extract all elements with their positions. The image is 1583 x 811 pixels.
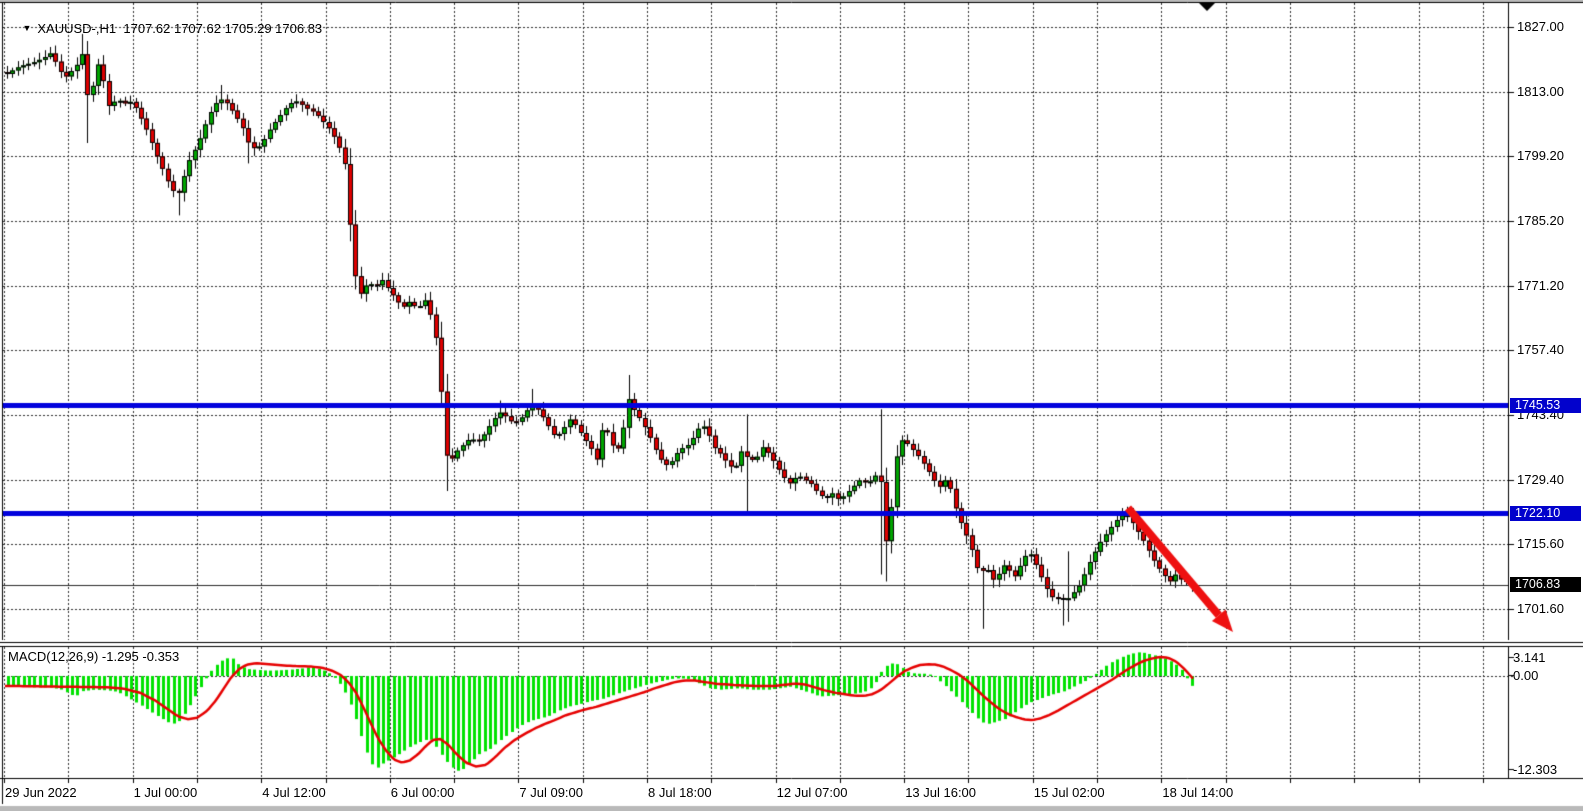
ohlc-values: 1707.62 1707.62 1705.29 1706.83 [123, 21, 322, 36]
price-axis-label: 1771.20 [1517, 278, 1581, 293]
time-axis-label: 7 Jul 09:00 [519, 785, 583, 801]
mt4-chart-window: ▼ XAUUSD-,H1 1707.62 1707.62 1705.29 1706… [0, 0, 1583, 811]
price-axis-label: 1799.20 [1517, 148, 1581, 163]
down-triangle-icon: ▼ [22, 23, 31, 33]
macd-indicator-label: MACD(12,26,9) -1.295 -0.353 [8, 649, 179, 664]
time-axis-label: 4 Jul 12:00 [262, 785, 326, 801]
symbol-label: XAUUSD-,H1 [37, 21, 116, 36]
macd-axis-label: 0.00 [1513, 668, 1577, 683]
price-axis-label: 1715.60 [1517, 536, 1581, 551]
time-axis-label: 29 Jun 2022 [5, 785, 77, 801]
support-level-badge[interactable]: 1722.10 [1510, 506, 1581, 521]
resistance-level-badge[interactable]: 1745.53 [1510, 398, 1581, 413]
chart-canvas[interactable] [0, 0, 1583, 811]
time-axis-label: 8 Jul 18:00 [648, 785, 712, 801]
time-axis-label: 6 Jul 00:00 [391, 785, 455, 801]
time-axis-label: 18 Jul 14:00 [1162, 785, 1233, 801]
price-axis-label: 1827.00 [1517, 19, 1581, 34]
price-axis-label: 1729.40 [1517, 472, 1581, 487]
price-axis-label: 1701.60 [1517, 601, 1581, 616]
time-axis-label: 13 Jul 16:00 [905, 785, 976, 801]
symbol-ohlc-line: ▼ XAUUSD-,H1 1707.62 1707.62 1705.29 1706… [8, 6, 322, 51]
macd-axis-label: -12.303 [1513, 762, 1577, 777]
price-axis-label: 1785.20 [1517, 213, 1581, 228]
macd-axis-label: 3.141 [1513, 650, 1577, 665]
price-axis-label: 1813.00 [1517, 84, 1581, 99]
current-price-badge[interactable]: 1706.83 [1510, 577, 1581, 592]
time-axis-label: 1 Jul 00:00 [134, 785, 198, 801]
time-axis-label: 15 Jul 02:00 [1034, 785, 1105, 801]
time-axis-label: 12 Jul 07:00 [777, 785, 848, 801]
price-axis-label: 1757.40 [1517, 342, 1581, 357]
